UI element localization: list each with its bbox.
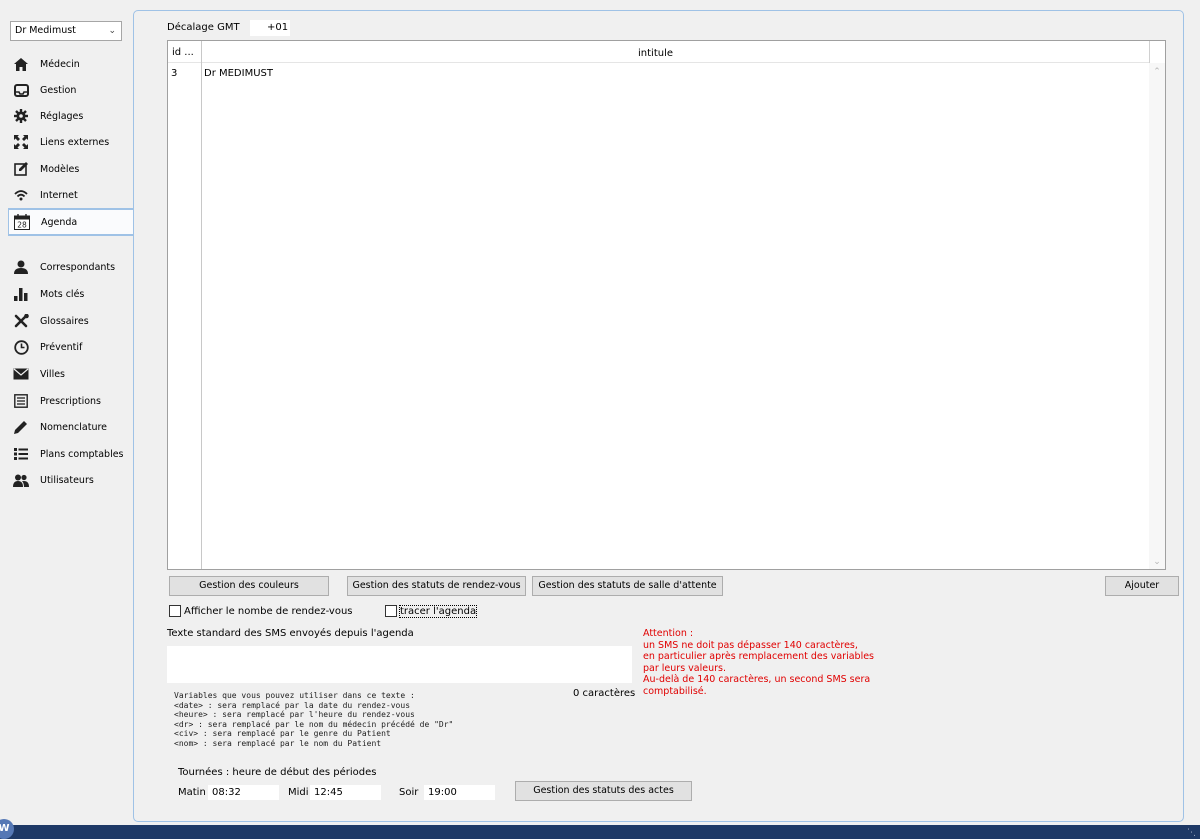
sidebar-item-agenda[interactable]: 28 Agenda: [8, 209, 138, 235]
calendar-icon: 28: [13, 213, 31, 231]
sidebar-item-prescriptions[interactable]: Prescriptions: [8, 388, 134, 414]
bar-chart-icon: [12, 285, 30, 303]
pencil-icon: [12, 418, 30, 436]
sidebar-item-plans-comptables[interactable]: Plans comptables: [8, 441, 134, 467]
checkbox-label: Afficher le nombe de rendez-vous: [184, 605, 353, 617]
sidebar-item-label: Correspondants: [40, 261, 116, 273]
agenda-table: id ... intitule 3 Dr MEDIMUST ⌃ ⌄: [167, 40, 1166, 570]
vertical-scrollbar[interactable]: ⌃ ⌄: [1149, 63, 1165, 569]
sidebar-item-villes[interactable]: Villes: [8, 361, 134, 387]
sms-warning-text: Attention : un SMS ne doit pas dépasser …: [643, 628, 875, 697]
list-icon: [12, 392, 30, 410]
sms-template-label: Texte standard des SMS envoyés depuis l'…: [167, 628, 414, 639]
trace-agenda-checkbox[interactable]: tracer l'agenda: [385, 604, 478, 618]
sidebar-divider: [8, 235, 134, 236]
sidebar-item-modeles[interactable]: Modèles: [8, 156, 134, 182]
sidebar-item-mots-cles[interactable]: Mots clés: [8, 281, 134, 307]
sms-char-count: 0 caractères: [573, 688, 636, 699]
sidebar-item-label: Glossaires: [40, 315, 89, 327]
table-header: id ... intitule: [168, 41, 1150, 63]
list-bullets-icon: [12, 445, 30, 463]
sidebar-item-label: Internet: [40, 189, 78, 201]
edit-icon: [12, 160, 30, 178]
checkbox-box[interactable]: [169, 605, 181, 617]
tools-icon: [12, 312, 30, 330]
sidebar-item-reglages[interactable]: Réglages: [8, 103, 134, 129]
sidebar-item-label: Villes: [40, 368, 66, 380]
show-appointment-count-checkbox[interactable]: Afficher le nombe de rendez-vous: [169, 605, 353, 617]
sidebar-item-liens-externes[interactable]: Liens externes: [8, 129, 134, 155]
cell-id: 3: [171, 68, 178, 79]
sidebar-item-medecin[interactable]: Médecin: [8, 51, 134, 77]
sidebar-item-label: Gestion: [40, 84, 77, 96]
column-header-intitule[interactable]: intitule: [638, 48, 673, 59]
sidebar-item-label: Liens externes: [40, 136, 110, 148]
sidebar-item-label: Utilisateurs: [40, 474, 94, 486]
manage-acts-status-button[interactable]: Gestion des statuts des actes: [515, 781, 692, 801]
sidebar-item-label: Mots clés: [40, 288, 85, 300]
gmt-offset-label: Décalage GMT: [167, 22, 240, 33]
noon-time-input[interactable]: 12:45: [310, 785, 381, 800]
evening-time-input[interactable]: 19:00: [424, 785, 495, 800]
sidebar-divider: [8, 208, 134, 209]
morning-label: Matin: [178, 787, 206, 798]
taskbar: W ⋱: [0, 819, 1200, 839]
sidebar-item-label: Médecin: [40, 58, 80, 70]
sidebar-item-label: Plans comptables: [40, 448, 124, 460]
header-separator: [1149, 41, 1150, 63]
evening-label: Soir: [399, 787, 419, 798]
sidebar-item-gestion[interactable]: Gestion: [8, 77, 134, 103]
manage-appointment-status-button[interactable]: Gestion des statuts de rendez-vous: [347, 576, 526, 596]
sidebar-item-correspondants[interactable]: Correspondants: [8, 254, 134, 280]
inbox-icon: [12, 81, 30, 99]
scroll-up-icon[interactable]: ⌃: [1149, 67, 1165, 77]
resize-grip-icon[interactable]: ⋱: [1187, 828, 1196, 838]
sidebar-item-label: Réglages: [40, 110, 84, 122]
users-icon: [12, 471, 30, 489]
person-icon: [12, 258, 30, 276]
house-icon: [12, 55, 30, 73]
sidebar-item-internet[interactable]: Internet: [8, 182, 134, 208]
doctor-select[interactable]: Dr Medimust ⌄: [10, 21, 122, 41]
column-header-id[interactable]: id ...: [172, 47, 194, 58]
sidebar-item-label: Agenda: [41, 216, 78, 228]
sidebar-item-label: Nomenclature: [40, 421, 108, 433]
manage-colors-button[interactable]: Gestion des couleurs: [169, 576, 329, 596]
envelope-icon: [12, 365, 30, 383]
app-badge-icon[interactable]: W: [0, 819, 14, 839]
noon-label: Midi: [288, 787, 309, 798]
sidebar-item-nomenclature[interactable]: Nomenclature: [8, 414, 134, 440]
expand-icon: [12, 133, 30, 151]
add-button[interactable]: Ajouter: [1105, 576, 1179, 596]
scroll-down-icon[interactable]: ⌄: [1149, 557, 1165, 567]
sms-template-input[interactable]: [167, 646, 632, 683]
sidebar-item-label: Prescriptions: [40, 395, 101, 407]
sidebar-item-label: Modèles: [40, 163, 80, 175]
wifi-icon: [12, 186, 30, 204]
morning-time-input[interactable]: 08:32: [208, 785, 279, 800]
manage-waiting-room-status-button[interactable]: Gestion des statuts de salle d'attente: [532, 576, 723, 596]
column-separator: [201, 41, 202, 569]
checkbox-box[interactable]: [385, 605, 397, 617]
chevron-down-icon: ⌄: [108, 26, 116, 36]
sidebar-item-utilisateurs[interactable]: Utilisateurs: [8, 467, 134, 493]
sidebar-item-preventif[interactable]: Préventif: [8, 334, 134, 360]
cell-intitule: Dr MEDIMUST: [204, 68, 273, 79]
tours-title: Tournées : heure de début des périodes: [178, 767, 377, 778]
gmt-offset-input[interactable]: +01: [250, 20, 290, 36]
sidebar-item-label: Préventif: [40, 341, 83, 353]
clock-icon: [12, 338, 30, 356]
checkbox-label: tracer l'agenda: [398, 604, 478, 618]
doctor-select-value: Dr Medimust: [15, 25, 76, 36]
calendar-day: 28: [17, 221, 27, 230]
gear-icon: [12, 107, 30, 125]
sidebar-item-glossaires[interactable]: Glossaires: [8, 308, 134, 334]
sms-variables-help: Variables que vous pouvez utiliser dans …: [174, 691, 454, 748]
